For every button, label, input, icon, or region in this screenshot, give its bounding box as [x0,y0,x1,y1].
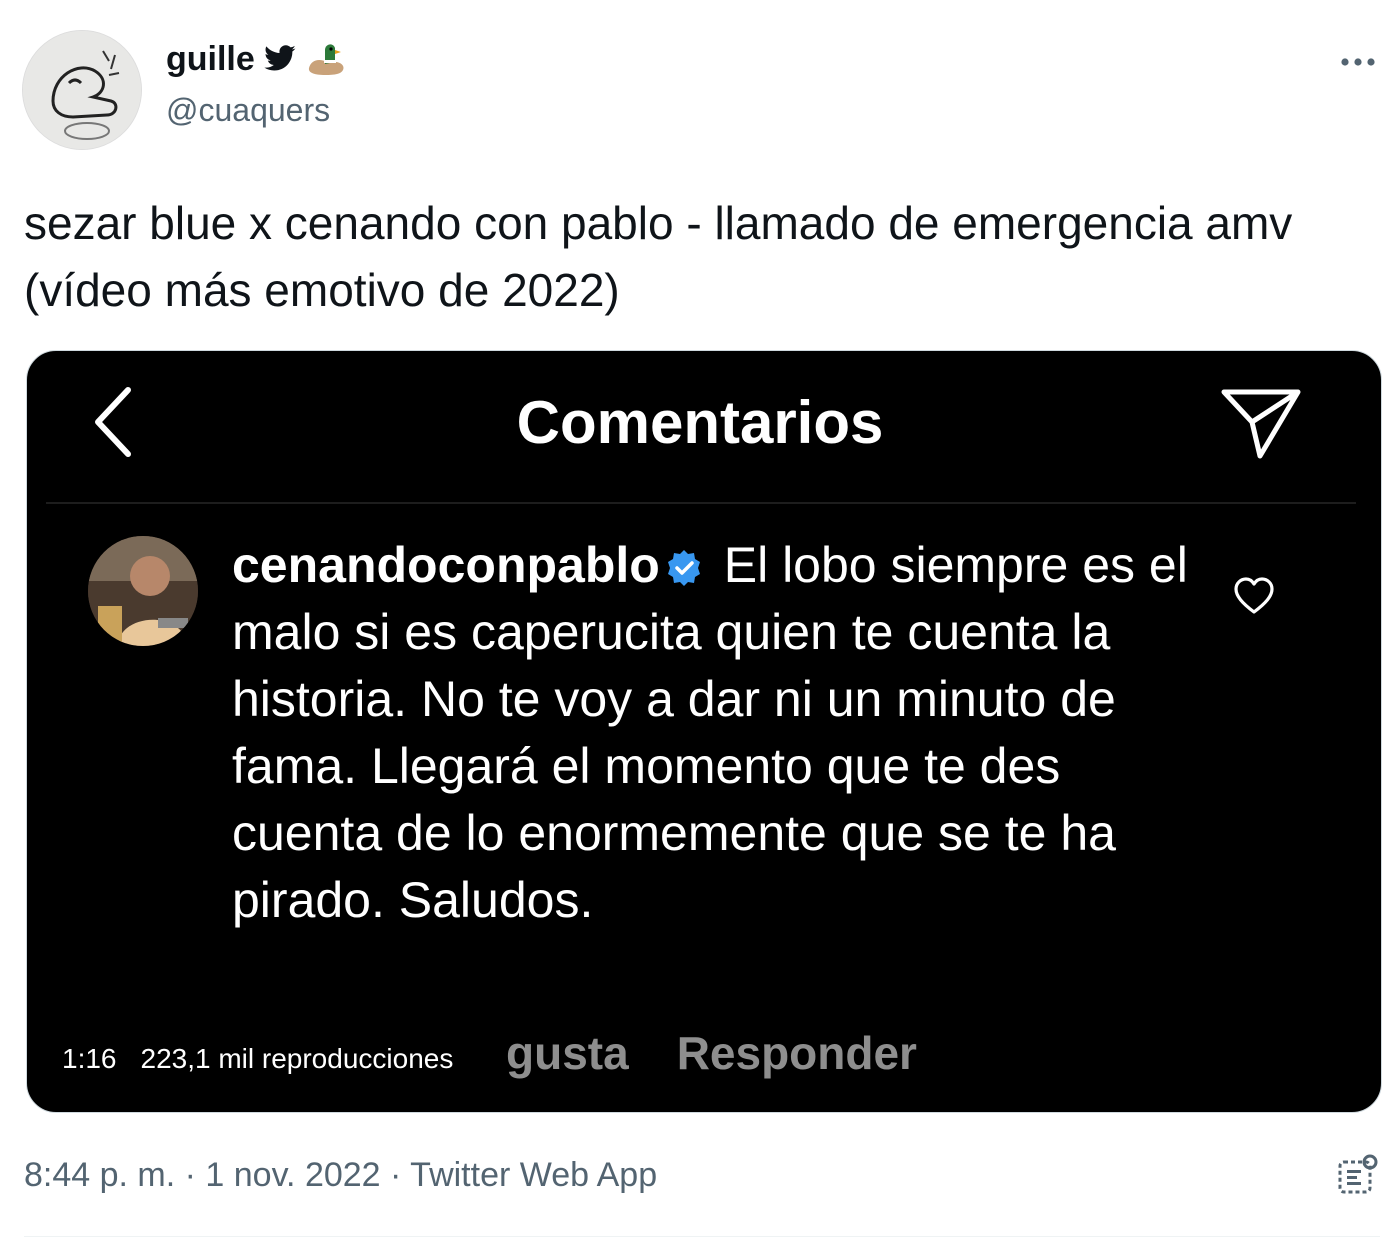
tweet-meta[interactable]: 8:44 p. m. · 1 nov. 2022 · Twitter Web A… [24,1156,657,1195]
send-icon [1221,389,1301,459]
author-display-name[interactable]: guille [166,40,347,78]
duck-doodle-image [23,31,141,149]
commenter-avatar [88,536,198,646]
video-views: 223,1 mil reproducciones [140,1043,454,1074]
heart-icon [1234,577,1274,614]
comment-likes-label: gusta [506,1027,629,1079]
commenter-photo [88,536,198,646]
more-options-button[interactable] [1336,44,1380,80]
video-info-overlay: 1:16 223,1 mil reproducciones [48,1036,464,1082]
analytics-icon[interactable] [1336,1152,1380,1196]
comment-body: cenandoconpablo El lobo siempre es el ma… [232,532,1192,934]
comment-message: El lobo siempre es el malo si es caperuc… [232,537,1188,928]
comments-title: Comentarios [516,389,884,456]
verified-badge-icon [667,550,700,586]
comment-username: cenandoconpablo [232,537,660,593]
display-name-text: guille [166,40,255,78]
tweet-text: sezar blue x cenando con pablo - llamado… [24,197,1293,316]
video-duration: 1:16 [62,1043,117,1074]
more-dots-icon [1341,58,1375,66]
header-divider [46,502,1356,504]
footer-divider [24,1236,1380,1237]
bird-icon [264,45,296,71]
comment-reply-label: Responder [676,1027,917,1079]
duck-icon [308,44,344,75]
author-handle[interactable]: @cuaquers [166,92,330,129]
author-avatar[interactable] [22,30,142,150]
